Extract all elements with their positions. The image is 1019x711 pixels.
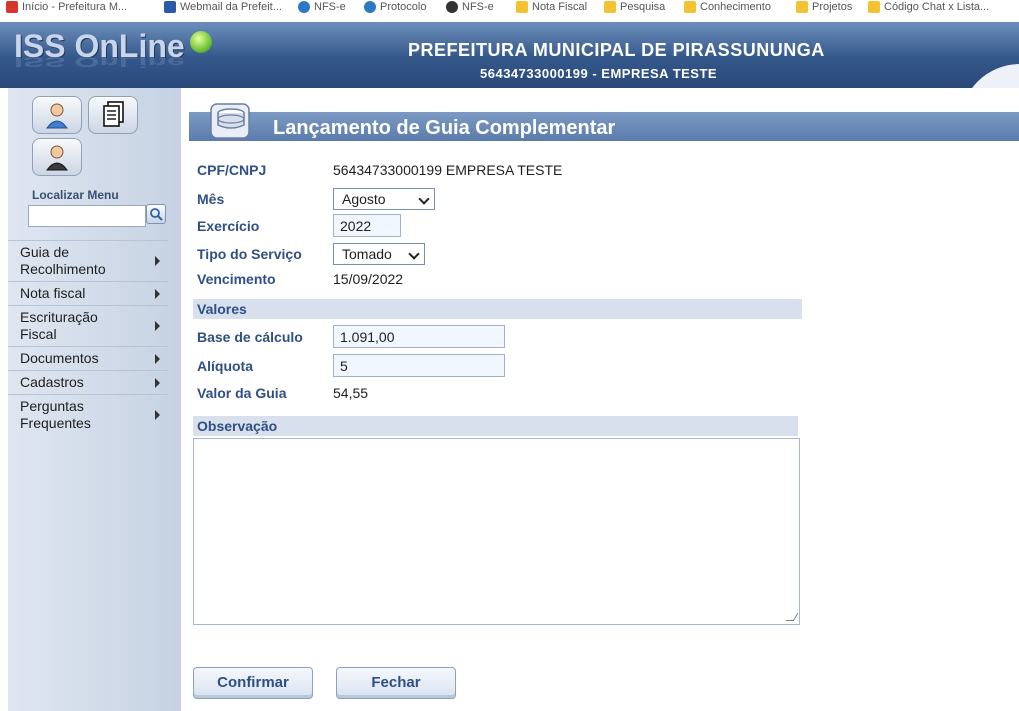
- bookmark-icon: [164, 1, 176, 13]
- bookmark-item[interactable]: Início - Prefeitura M...: [6, 1, 127, 13]
- sidebar-item-documentos[interactable]: Documentos: [8, 346, 168, 370]
- sidebar-item-guia-de-recolhimento[interactable]: Guia de Recolhimento: [8, 240, 168, 281]
- page-title: Lançamento de Guia Complementar: [273, 117, 616, 139]
- chevron-right-icon: [155, 288, 160, 299]
- chevron-right-icon: [155, 256, 160, 266]
- sidebar-item-nota-fiscal[interactable]: Nota fiscal: [8, 281, 168, 305]
- bookmark-icon: [6, 1, 18, 13]
- mes-select[interactable]: Agosto: [333, 188, 435, 210]
- bookmark-item[interactable]: NFS-e: [446, 1, 494, 13]
- base-calculo-field[interactable]: 1.091,00: [333, 325, 505, 348]
- tipo-servico-label: Tipo do Serviço: [197, 246, 302, 262]
- bookmark-item[interactable]: Código Chat x Lista...: [868, 1, 989, 13]
- valor-guia-label: Valor da Guia: [197, 385, 287, 401]
- bookmark-item[interactable]: Pesquisa: [604, 1, 665, 13]
- bookmark-icon: [364, 1, 376, 13]
- locate-menu-search-button[interactable]: [146, 204, 166, 224]
- cpf-label: CPF/CNPJ: [197, 162, 267, 178]
- main-content: Lançamento de Guia Complementar CPF/CNPJ…: [181, 88, 1019, 711]
- company-id: 56434733000199 - EMPRESA TESTE: [480, 66, 718, 81]
- aliquota-label: Alíquota: [197, 358, 253, 374]
- folder-icon: [604, 1, 616, 13]
- sidebar: Localizar Menu Guia de Recolhimento Nota…: [8, 88, 181, 711]
- header-swoosh: [960, 64, 1019, 88]
- close-button[interactable]: Fechar: [336, 667, 456, 699]
- resize-grip-icon[interactable]: [785, 613, 799, 621]
- person-icon: [46, 145, 68, 171]
- chevron-right-icon: [155, 321, 160, 331]
- logo-bubble-icon: [190, 31, 212, 53]
- observacao-textarea[interactable]: [193, 438, 800, 625]
- folder-icon: [516, 1, 528, 13]
- city-name: PREFEITURA MUNICIPAL DE PIRASSUNUNGA: [408, 40, 825, 60]
- folder-icon: [868, 1, 880, 13]
- cpf-value: 56434733000199 EMPRESA TESTE: [333, 162, 563, 178]
- user-profile-button[interactable]: [32, 96, 82, 134]
- exercicio-label: Exercício: [197, 218, 260, 234]
- bookmark-item[interactable]: Webmail da Prefeit...: [164, 1, 282, 13]
- folder-icon: [796, 1, 808, 13]
- valores-section-header: Valores: [193, 299, 802, 319]
- chevron-right-icon: [155, 410, 160, 420]
- documents-button[interactable]: [88, 96, 138, 134]
- bookmark-item[interactable]: Projetos: [796, 1, 852, 13]
- logo-reflection: ISS OnLine: [14, 53, 185, 70]
- folder-icon: [684, 1, 696, 13]
- chevron-right-icon: [155, 353, 160, 364]
- base-calculo-label: Base de cálculo: [197, 329, 303, 345]
- contact-button[interactable]: [32, 138, 82, 176]
- bookmark-item[interactable]: Nota Fiscal: [516, 1, 587, 13]
- confirm-button[interactable]: Confirmar: [193, 667, 313, 699]
- bookmark-icon: [446, 1, 458, 13]
- tipo-servico-select[interactable]: Tomado: [333, 243, 425, 265]
- bookmark-item[interactable]: NFS-e: [298, 1, 346, 13]
- documents-icon: [103, 101, 124, 127]
- bookmark-item[interactable]: Protocolo: [364, 1, 426, 13]
- site-header: ISS OnLine ISS OnLine PREFEITURA MUNICIP…: [0, 22, 1019, 88]
- bookmark-item[interactable]: Conhecimento: [684, 1, 771, 13]
- mes-label: Mês: [197, 191, 225, 207]
- bookmark-icon: [298, 1, 310, 13]
- exercicio-field[interactable]: 2022: [333, 214, 401, 237]
- valor-guia-value: 54,55: [333, 385, 369, 401]
- locate-menu-input[interactable]: [28, 205, 146, 227]
- user-icon: [46, 103, 68, 129]
- bookmarks-bar: Início - Prefeitura M... Webmail da Pref…: [0, 0, 1019, 22]
- sidebar-item-perguntas-frequentes[interactable]: Perguntas Frequentes: [8, 394, 168, 435]
- search-icon: [150, 208, 163, 221]
- aliquota-field[interactable]: 5: [333, 354, 505, 377]
- sidebar-item-cadastros[interactable]: Cadastros: [8, 370, 168, 394]
- observacao-section-header: Observação: [193, 416, 798, 436]
- sidebar-menu: Guia de Recolhimento Nota fiscal Escritu…: [8, 240, 168, 435]
- locate-menu-label: Localizar Menu: [32, 188, 119, 202]
- stack-icon: [210, 103, 250, 139]
- chevron-down-icon: [418, 193, 430, 205]
- chevron-down-icon: [408, 248, 420, 260]
- vencimento-value: 15/09/2022: [333, 271, 404, 287]
- chevron-right-icon: [155, 377, 160, 388]
- sidebar-item-escrituracao-fiscal[interactable]: Escrituração Fiscal: [8, 305, 168, 346]
- vencimento-label: Vencimento: [197, 271, 276, 287]
